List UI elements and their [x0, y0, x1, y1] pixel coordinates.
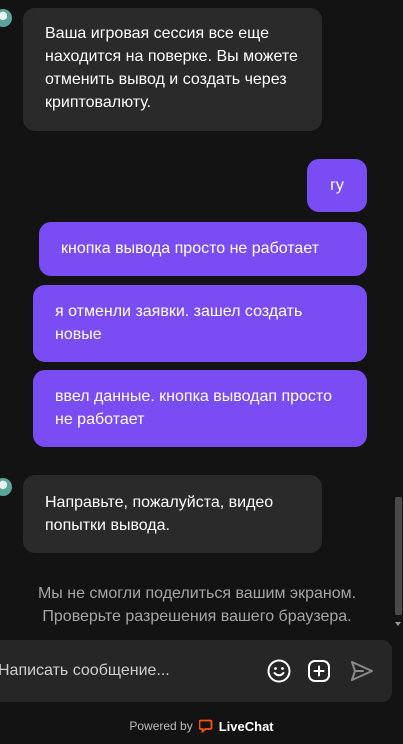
chat-scrollbar[interactable] [394, 0, 403, 640]
powered-by-footer[interactable]: Powered by LiveChat [0, 716, 403, 736]
message-composer [0, 640, 392, 702]
user-message: я отменли заявки. зашел создать новые [33, 285, 367, 362]
message-input[interactable] [0, 654, 248, 688]
send-icon[interactable] [349, 658, 375, 684]
agent-message: Направьте, пожалуйста, видео попытки выв… [23, 475, 322, 553]
agent-message: Ваша игровая сессия все еще находится на… [23, 8, 322, 131]
user-message: кнопка вывода просто не работает [39, 222, 367, 276]
livechat-brand: LiveChat [218, 718, 274, 734]
plus-square-icon[interactable] [306, 658, 332, 684]
screen-share-error-note: Мы не смогли поделиться вашим экраном. П… [37, 585, 357, 625]
livechat-logo-icon [198, 719, 213, 733]
scroll-down-arrow-icon[interactable] [395, 622, 401, 626]
user-message: гу [307, 159, 367, 212]
chat-transcript: Ваша игровая сессия все еще находится на… [0, 0, 394, 640]
agent-avatar [0, 478, 12, 496]
scrollbar-thumb[interactable] [395, 497, 402, 615]
smile-icon[interactable] [266, 658, 292, 684]
agent-avatar [0, 9, 12, 27]
powered-by-label: Powered by [129, 719, 193, 733]
user-message: ввел данные. кнопка выводап просто не ра… [33, 370, 367, 447]
